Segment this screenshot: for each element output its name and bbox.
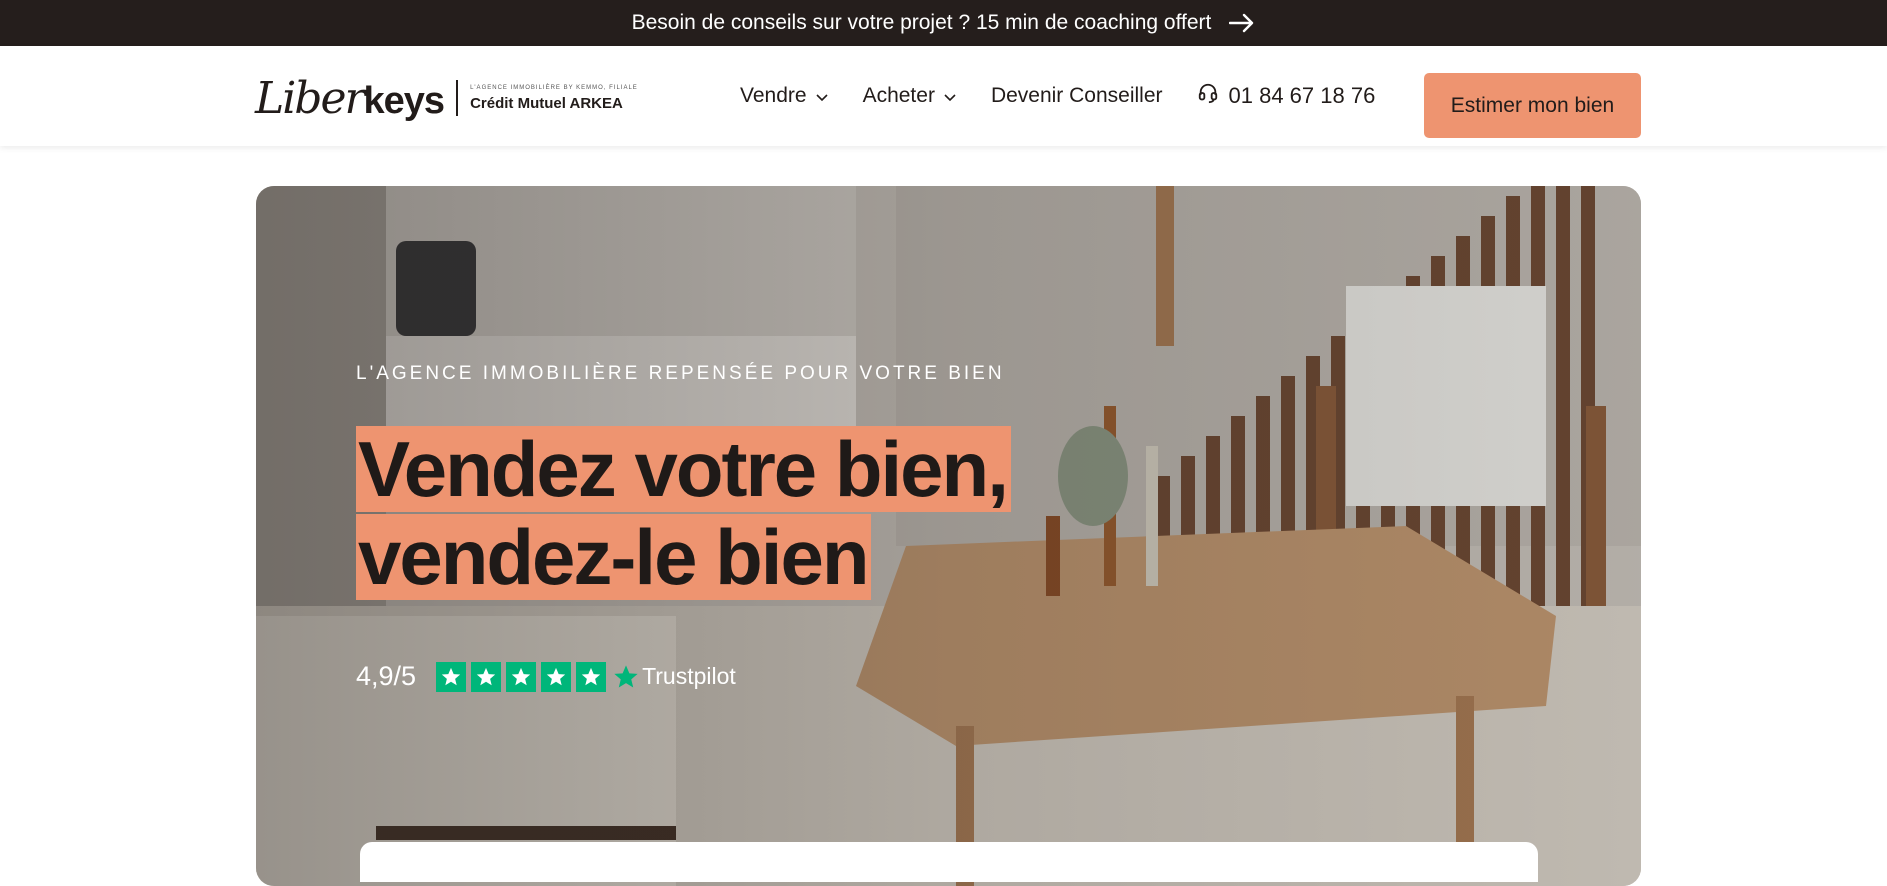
star-icon — [541, 661, 572, 692]
headset-icon — [1197, 82, 1219, 110]
top-banner-link[interactable]: Besoin de conseils sur votre projet ? 15… — [0, 0, 1887, 46]
nav-item-vendre[interactable]: Vendre — [740, 84, 829, 108]
rating-score: 4,9/5 — [356, 661, 417, 691]
trustpilot-star-icon — [614, 664, 638, 687]
arrow-right-icon — [1229, 13, 1255, 33]
phone-number: 01 84 67 18 76 — [1228, 83, 1376, 108]
nav-label: Devenir Conseiller — [990, 84, 1163, 107]
star-icon — [436, 661, 467, 692]
banner-text: Besoin de conseils sur votre projet ? 15… — [631, 11, 1212, 34]
hero-bottom-card — [360, 842, 1538, 882]
headline-line-2: vendez-le bien — [356, 514, 872, 600]
nav-label: Acheter — [862, 84, 935, 107]
trustpilot-rating[interactable]: 4,9/5 Trustpilot — [356, 661, 736, 692]
trustpilot-logo: Trustpilot — [612, 663, 736, 691]
chevron-down-icon — [815, 84, 829, 108]
star-icon — [506, 661, 537, 692]
star-icon — [576, 661, 607, 692]
logo-bank-name: Crédit Mutuel ARKEA — [470, 94, 623, 112]
star-icon — [471, 661, 502, 692]
headline-line-1: Vendez votre bien, — [356, 426, 1011, 512]
site-logo[interactable]: Liberkeys L'AGENCE IMMOBILIÈRE BY KEMMO,… — [255, 70, 638, 126]
chevron-down-icon — [943, 84, 957, 108]
nav-item-acheter[interactable]: Acheter — [863, 84, 957, 108]
logo-divider — [456, 80, 459, 116]
trustpilot-label: Trustpilot — [642, 663, 736, 689]
rating-stars — [436, 661, 607, 692]
logo-partner: L'AGENCE IMMOBILIÈRE BY KEMMO, FILIALE C… — [470, 85, 638, 112]
nav-item-devenir-conseiller[interactable]: Devenir Conseiller — [991, 84, 1163, 108]
nav-label: Vendre — [740, 84, 807, 107]
phone-link[interactable]: 01 84 67 18 76 — [1197, 82, 1376, 110]
main-nav: Vendre Acheter Devenir Conseiller 01 84 … — [740, 46, 1413, 146]
hero-section: L'AGENCE IMMOBILIÈRE REPENSÉE POUR VOTRE… — [256, 186, 1641, 886]
logo-wordmark: Liberkeys — [255, 72, 445, 124]
logo-tagline: L'AGENCE IMMOBILIÈRE BY KEMMO, FILIALE — [470, 84, 638, 91]
hero-eyebrow: L'AGENCE IMMOBILIÈRE REPENSÉE POUR VOTRE… — [356, 363, 1005, 384]
hero-headline: Vendez votre bien, vendez-le bien — [356, 426, 1011, 602]
estimate-button[interactable]: Estimer mon bien — [1424, 73, 1641, 138]
